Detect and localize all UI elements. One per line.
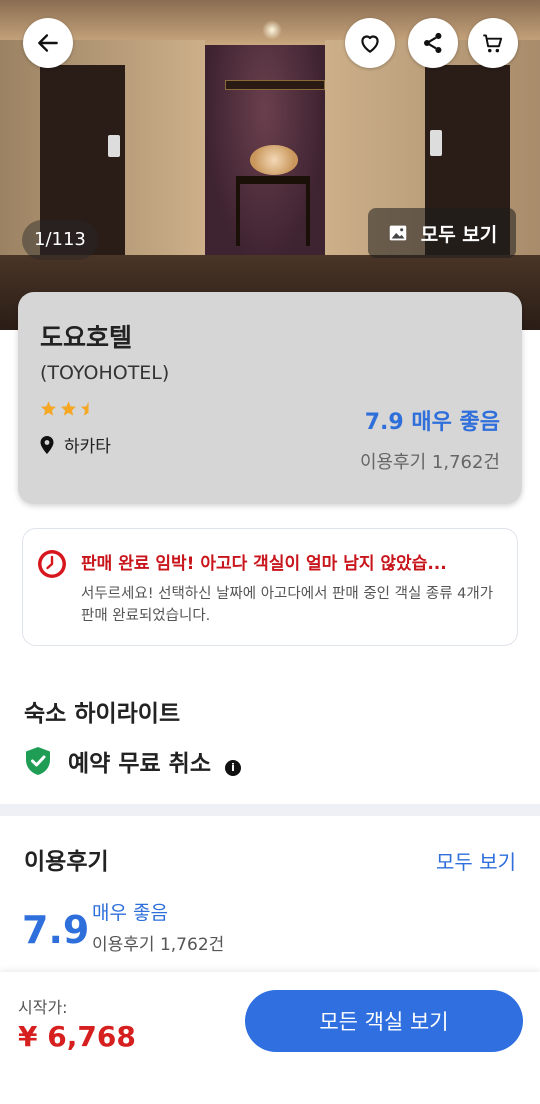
cart-button[interactable] <box>468 18 518 68</box>
star-icon <box>41 401 56 416</box>
share-button[interactable] <box>408 18 458 68</box>
share-icon <box>424 32 442 54</box>
view-all-photos-label: 모두 보기 <box>420 223 498 246</box>
section-divider <box>0 804 540 816</box>
reviews-title: 이용후기 <box>24 849 109 875</box>
star-rating <box>40 400 97 417</box>
half-star-icon <box>81 401 89 416</box>
clock-icon <box>38 550 66 578</box>
hotel-location[interactable]: 하카타 <box>40 432 111 457</box>
image-icon <box>389 225 406 241</box>
reviews-score-label: 매우 좋음 <box>92 902 168 924</box>
star-icon <box>61 401 76 416</box>
highlight-free-cancellation[interactable]: 예약 무료 취소 i <box>24 744 241 778</box>
price-from-label: 시작가: <box>18 998 68 1017</box>
hotel-name-english: (TOYOHOTEL) <box>40 362 170 384</box>
heart-icon <box>361 35 379 53</box>
price-value: ¥ 6,768 <box>18 1020 136 1053</box>
reviews-score: 7.9 <box>22 908 90 952</box>
hotel-name: 도요호텔 <box>40 323 133 352</box>
urgency-description: 서두르세요! 선택하신 날짜에 아고다에서 판매 중인 객실 종류 4개가 판매… <box>81 586 494 624</box>
reviews-view-all-link[interactable]: 모두 보기 <box>436 846 516 875</box>
arrow-left-icon <box>38 34 58 52</box>
back-button[interactable] <box>23 18 73 68</box>
highlight-label: 예약 무료 취소 <box>68 751 211 777</box>
urgency-banner: 판매 완료 임박! 아고다 객실이 얼마 남지 않았습... 서두르세요! 선택… <box>22 528 518 646</box>
bottom-price-bar: 시작가: ¥ 6,768 모든 객실 보기 <box>0 972 540 1104</box>
map-pin-icon <box>40 435 54 454</box>
view-all-rooms-button[interactable]: 모든 객실 보기 <box>245 990 523 1052</box>
location-label: 하카타 <box>64 437 111 457</box>
reviews-count: 이용후기 1,762건 <box>92 935 225 955</box>
highlights-title: 숙소 하이라이트 <box>24 701 181 727</box>
view-all-photos-button[interactable]: 모두 보기 <box>368 208 516 258</box>
info-icon[interactable]: i <box>225 759 241 776</box>
hotel-info-card: 도요호텔 (TOYOHOTEL) 하카타 7.9 매우 좋음 이용후기 1,76… <box>18 292 522 504</box>
photo-counter: 1/113 <box>22 220 98 260</box>
hotel-photo[interactable]: 1/113 모두 보기 <box>0 0 540 330</box>
review-count[interactable]: 이용후기 1,762건 <box>360 448 500 474</box>
cart-icon <box>483 34 503 53</box>
shield-check-icon <box>26 747 50 775</box>
hotel-detail-page: 1/113 모두 보기 도요호텔 (TOYOHOTEL) 하카타 7.9 매우 … <box>0 0 540 1104</box>
review-score[interactable]: 7.9 매우 좋음 <box>365 404 500 436</box>
urgency-title: 판매 완료 임박! 아고다 객실이 얼마 남지 않았습... <box>81 554 447 574</box>
favorite-button[interactable] <box>345 18 395 68</box>
